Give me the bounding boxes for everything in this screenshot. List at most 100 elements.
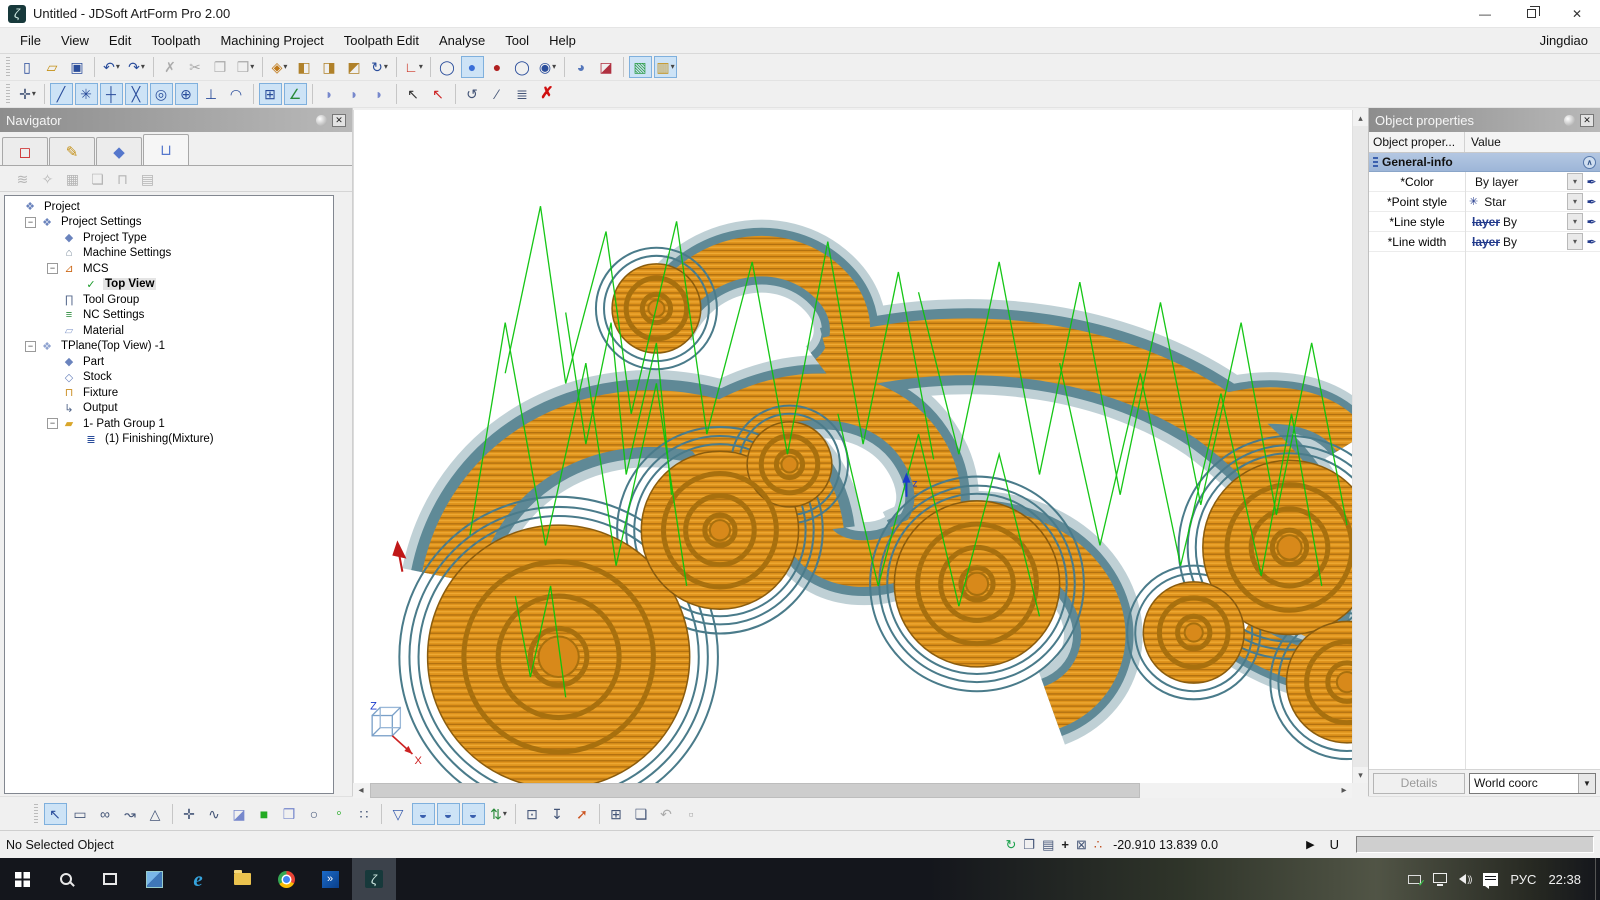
tab-artwork[interactable]: ◻ [2, 137, 48, 165]
show-desktop-button[interactable] [1595, 858, 1600, 900]
new-button[interactable]: ▯ [16, 56, 39, 78]
tree-machine-settings[interactable]: ⌂ Machine Settings [47, 246, 333, 262]
tree-expander[interactable] [8, 201, 19, 212]
tree-part[interactable]: ◆ Part [47, 354, 333, 370]
network-icon[interactable] [1433, 873, 1448, 886]
pin-icon[interactable] [316, 114, 327, 126]
value-dropdown-button[interactable]: ▾ [1567, 173, 1583, 190]
erase-area-button[interactable]: ◪ [228, 803, 251, 825]
pan-points-button[interactable]: ✛ ▾ [16, 83, 39, 105]
tree-expander[interactable] [47, 232, 58, 243]
tree-expander[interactable] [47, 294, 58, 305]
menu-item[interactable]: File [10, 29, 51, 52]
tree-output[interactable]: ↳ Output [47, 401, 333, 417]
tree-mcs[interactable]: − ⊿ MCS [47, 261, 333, 277]
point-array-button[interactable]: ∷ [353, 803, 376, 825]
tree-expander[interactable]: − [47, 263, 58, 275]
add-point-button[interactable]: ✛ [178, 803, 201, 825]
snap-midpoint-button[interactable]: ┼ [100, 83, 123, 105]
sort-paths-button[interactable]: ⇅ ▾ [487, 803, 510, 825]
eyedropper-icon[interactable]: ✒ [1583, 175, 1600, 189]
marquee-select-button[interactable]: ▭ [69, 803, 92, 825]
snap-tangent-button[interactable]: ◠ [225, 83, 248, 105]
collapse-icon[interactable]: ∧ [1583, 155, 1596, 169]
tree-expander[interactable] [69, 279, 80, 290]
save-button[interactable]: ▣ [66, 56, 89, 78]
green-point-button[interactable]: ◦ [328, 803, 351, 825]
select-button[interactable]: ↖ [44, 802, 67, 825]
tree-expander[interactable]: − [25, 216, 36, 228]
frame-box-button[interactable]: ❏ [630, 803, 653, 825]
tree-expander[interactable]: − [25, 340, 36, 352]
refresh-icon[interactable]: ↻ [1006, 837, 1017, 853]
cut-button[interactable]: ✂ [184, 56, 207, 78]
language-indicator[interactable]: РУС [1510, 872, 1536, 887]
tree-tplane[interactable]: − ❖ TPlane(Top View) -1 [25, 339, 333, 355]
tree-expander[interactable] [47, 356, 58, 367]
clock[interactable]: 22:38 [1548, 872, 1581, 887]
fill-region-button[interactable]: ■ [253, 803, 276, 825]
tree-expander[interactable] [47, 325, 58, 336]
eyedropper-icon[interactable]: ✒ [1583, 195, 1600, 209]
eyedropper-icon[interactable]: ✒ [1583, 215, 1600, 229]
delete-button[interactable]: ✗ [159, 56, 182, 78]
property-value[interactable]: By layer [1465, 175, 1567, 189]
toolpath-display-button[interactable]: ▧ [629, 56, 652, 78]
general-info-group[interactable]: General-info ∧ [1369, 153, 1600, 172]
tool-taper-button[interactable]: ◒ [462, 802, 485, 825]
curve-pick-button[interactable]: ↝ [119, 803, 142, 825]
restore-button[interactable] [1508, 0, 1554, 28]
undo-edit-button[interactable]: ↶ [655, 803, 678, 825]
pin-icon[interactable] [1564, 114, 1575, 126]
cell-box-button[interactable]: ⊞ [605, 803, 628, 825]
explorer-button[interactable] [220, 858, 264, 900]
menu-item[interactable]: Help [539, 29, 586, 52]
menu-item[interactable]: Edit [99, 29, 141, 52]
circle-point-button[interactable]: ○ [303, 803, 326, 825]
surface-view-1-button[interactable]: ◗ [318, 83, 341, 105]
section-view-button[interactable]: ◪ [595, 56, 618, 78]
tree-expander[interactable] [47, 403, 58, 414]
details-button[interactable]: Details [1373, 772, 1465, 794]
draw-curve-button[interactable]: ∿ [203, 803, 226, 825]
tree-material[interactable]: ▱ Material [47, 323, 333, 339]
hidden-line-mode-button[interactable]: ◯ [511, 56, 534, 78]
menu-item[interactable]: Machining Project [210, 29, 333, 52]
print-icon[interactable]: ▤ [1042, 837, 1054, 853]
snap-line-button[interactable]: ╱ [50, 83, 73, 105]
undo-button[interactable]: ↶ ▾ [100, 56, 123, 78]
scroll-down-icon[interactable]: ▾ [1353, 767, 1368, 783]
properties-close-icon[interactable]: ✕ [1580, 113, 1594, 127]
coordinate-system-button[interactable]: ∟ ▾ [402, 56, 425, 78]
tree-expander[interactable] [69, 434, 80, 445]
tree-expander[interactable]: − [47, 418, 58, 430]
snap-quadrant-button[interactable]: ⊕ [175, 83, 198, 105]
iso-view-3-button[interactable]: ◩ [343, 56, 366, 78]
copy-button[interactable]: ❐ [209, 56, 232, 78]
tree-fixture[interactable]: ⊓ Fixture [47, 385, 333, 401]
usb-eject-icon[interactable] [1408, 874, 1425, 889]
tree-tool-group[interactable]: ∏ Tool Group [47, 292, 333, 308]
region-gray-button[interactable]: ▫ [680, 803, 703, 825]
render-material-button[interactable]: ◕ [570, 56, 593, 78]
view-cube-button[interactable]: ◈ ▾ [268, 56, 291, 78]
volume-icon[interactable]: )) [1459, 874, 1472, 884]
iso-view-2-button[interactable]: ◨ [318, 56, 341, 78]
tree-nc-settings[interactable]: ≡ NC Settings [47, 308, 333, 324]
no-image-icon[interactable]: ⊠ [1076, 837, 1087, 853]
pick-remove-button[interactable]: ↖ [427, 83, 450, 105]
viewport-canvas[interactable]: z Z X [353, 110, 1352, 784]
menu-item[interactable]: Tool [495, 29, 539, 52]
value-dropdown-button[interactable]: ▾ [1567, 213, 1583, 230]
horizontal-scroll-thumb[interactable] [370, 783, 1140, 799]
chain-select-button[interactable]: ∞ [94, 803, 117, 825]
start-button[interactable] [0, 858, 44, 900]
z-select-button[interactable]: ↧ [546, 803, 569, 825]
rotate-view-button[interactable]: ↻ ▾ [368, 56, 391, 78]
object-trim-button[interactable]: ⁄ [486, 83, 509, 105]
shaded-edges-mode-button[interactable]: ● [486, 56, 509, 78]
chevron-down-icon[interactable]: ▼ [1578, 773, 1595, 793]
tree-expander[interactable] [47, 248, 58, 259]
jdpaint-button[interactable]: » [308, 858, 352, 900]
analysis-display-button[interactable]: ▥ ▾ [654, 56, 677, 78]
